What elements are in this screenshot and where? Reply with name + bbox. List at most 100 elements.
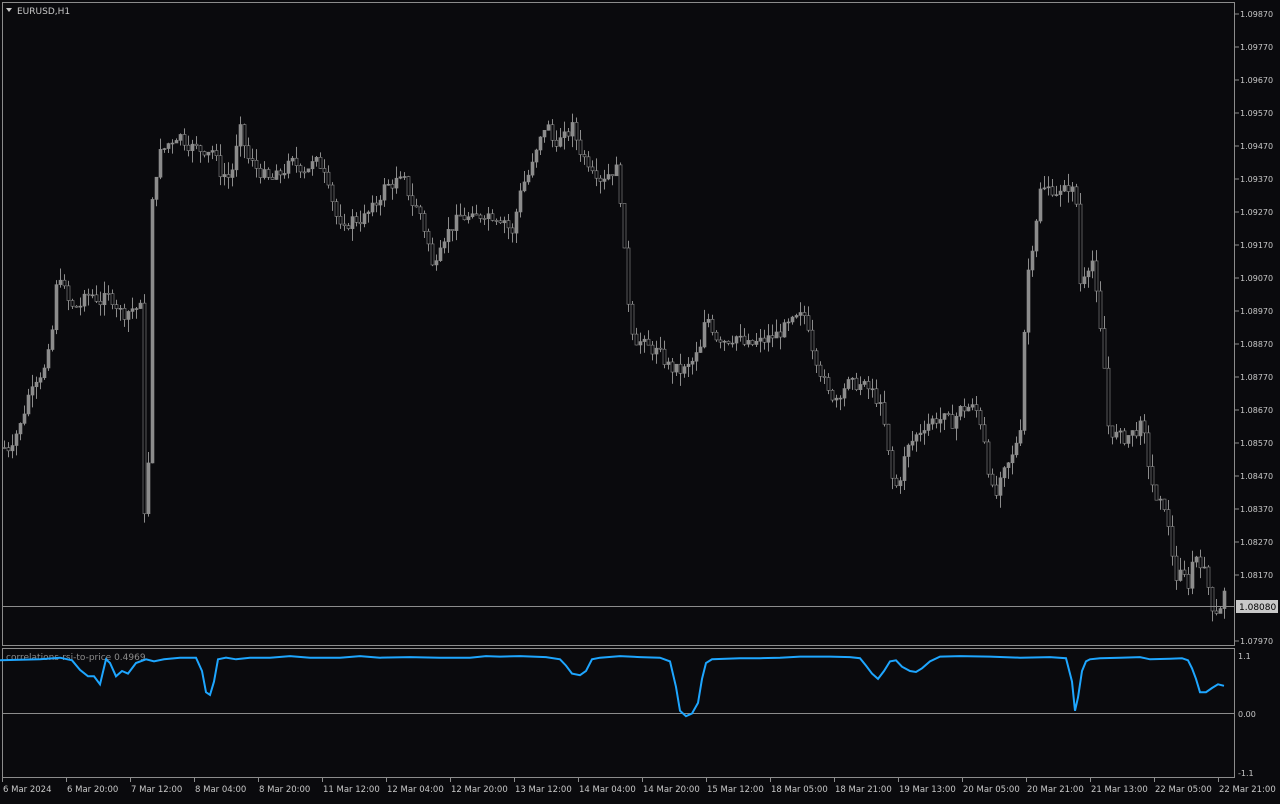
candle-body: [726, 340, 731, 344]
candle-body: [582, 154, 587, 158]
price-tick-label: 1.08270: [1240, 538, 1273, 547]
candle-body: [442, 241, 447, 249]
candle-body: [438, 247, 443, 261]
time-tick-label: 11 Mar 12:00: [323, 785, 380, 795]
candle-body: [58, 279, 63, 285]
candle-body: [238, 124, 243, 147]
candle-body: [746, 340, 751, 345]
candle-body: [846, 379, 851, 389]
candle-body: [834, 397, 839, 401]
candle-body: [1070, 186, 1075, 192]
candle-body: [790, 316, 795, 323]
candle-body: [190, 143, 195, 151]
candle-body: [386, 183, 391, 186]
candle-body: [494, 220, 499, 222]
candle-body: [958, 405, 963, 417]
candle-body: [382, 184, 387, 201]
candle-body: [954, 415, 959, 429]
time-tick-label: 20 Mar 21:00: [1027, 785, 1084, 795]
candle-body: [1094, 260, 1099, 292]
candle-body: [654, 347, 659, 355]
candle-body: [302, 171, 307, 174]
candle-body: [538, 136, 543, 151]
price-tick-label: 1.08970: [1240, 307, 1273, 316]
candle-body: [294, 157, 299, 166]
candle-body: [826, 377, 831, 391]
candle-body: [122, 308, 127, 320]
candle-body: [454, 214, 459, 231]
price-tick-label: 1.07970: [1240, 637, 1273, 646]
candle-body: [366, 211, 371, 214]
candle-body: [290, 157, 295, 162]
candle-body: [510, 227, 515, 234]
candle-body: [586, 156, 591, 168]
candle-body: [694, 352, 699, 362]
chart-canvas[interactable]: 1.09870 1.09770 1.09670 1.09570 1.09470 1.093…: [0, 0, 1280, 800]
candle-body: [1058, 190, 1063, 195]
candle-body: [850, 377, 855, 380]
candle-body: [522, 181, 527, 192]
candle-body: [378, 199, 383, 206]
candle-body: [26, 394, 31, 415]
candle-body: [838, 397, 843, 400]
candle-body: [1066, 185, 1071, 192]
candle-body: [714, 331, 719, 341]
candle-body: [350, 216, 355, 229]
candle-body: [50, 329, 55, 350]
candle-body: [14, 433, 19, 446]
candle-body: [786, 321, 791, 324]
candle-body: [1126, 435, 1131, 444]
candle-body: [166, 143, 171, 149]
candle-body: [74, 305, 79, 308]
candle-body: [1154, 484, 1159, 501]
time-tick-label: 18 Mar 05:00: [771, 785, 828, 795]
indicator-tick-zero: 0.00: [1238, 710, 1256, 719]
time-tick-label: 12 Mar 20:00: [451, 785, 508, 795]
candle-body: [610, 174, 615, 177]
candle-body: [1130, 430, 1135, 436]
candle-body: [942, 413, 947, 420]
candle-body: [334, 201, 339, 217]
candle-body: [798, 312, 803, 316]
price-tick-label: 1.08470: [1240, 472, 1273, 481]
candle-body: [30, 386, 35, 396]
candle-body: [1206, 566, 1211, 588]
candle-body: [782, 322, 787, 338]
candle-body: [94, 294, 99, 302]
candle-body: [1138, 420, 1143, 437]
candle-body: [22, 413, 27, 424]
candle-body: [214, 150, 219, 156]
price-tick-label: 1.08670: [1240, 406, 1273, 415]
candle-body: [950, 414, 955, 429]
time-tick-label: 22 Mar 21:00: [1219, 785, 1276, 795]
candle-body: [1202, 566, 1207, 569]
candle-body: [1018, 430, 1023, 444]
trading-chart[interactable]: 1.09870 1.09770 1.09670 1.09570 1.09470 1.093…: [0, 0, 1280, 800]
candle-body: [62, 279, 67, 287]
candle-body: [818, 364, 823, 377]
candle-body: [962, 405, 967, 412]
candle-body: [918, 432, 923, 435]
candle-body: [1026, 269, 1031, 333]
candle-body: [434, 260, 439, 266]
candle-body: [222, 174, 227, 178]
candle-body: [990, 473, 995, 486]
candle-body: [750, 340, 755, 345]
candle-body: [934, 418, 939, 424]
candle-body: [906, 444, 911, 457]
candle-body: [1210, 587, 1215, 612]
candle-body: [338, 216, 343, 225]
candle-body: [154, 176, 159, 200]
candle-body: [554, 139, 559, 147]
candle-body: [1218, 608, 1223, 614]
candle-body: [498, 220, 503, 224]
indicator-tick-top: 1.1: [1238, 652, 1251, 661]
candle-body: [578, 139, 583, 155]
price-tick-label: 1.09770: [1240, 43, 1273, 52]
candle-body: [862, 381, 867, 385]
candle-body: [998, 477, 1003, 496]
candle-body: [394, 177, 399, 189]
candle-body: [158, 149, 163, 178]
candle-body: [842, 388, 847, 399]
symbol-label[interactable]: EURUSD,H1: [17, 7, 70, 17]
